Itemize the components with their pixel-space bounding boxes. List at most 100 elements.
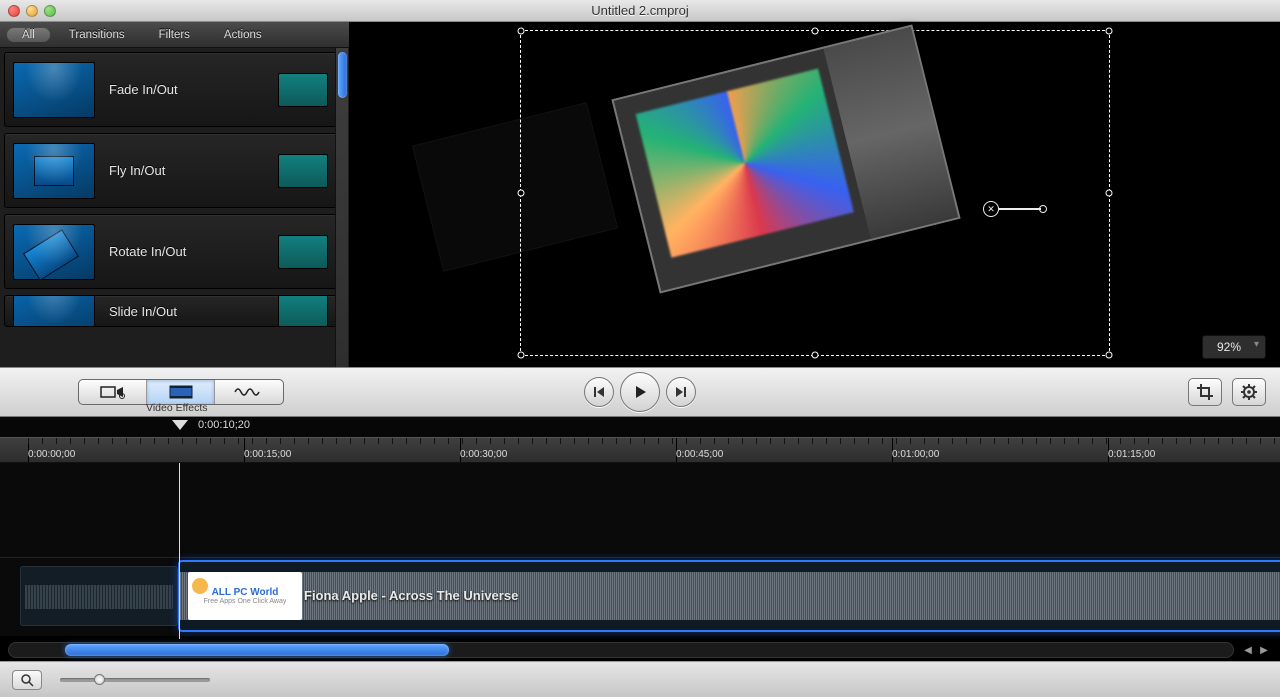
resize-handle-se[interactable] xyxy=(1106,352,1113,359)
audio-effects-tab-button[interactable] xyxy=(215,380,283,404)
video-track[interactable] xyxy=(0,463,1280,558)
watermark-overlay: ALL PC World Free Apps One Click Away xyxy=(188,572,302,620)
effect-item[interactable]: Slide In/Out xyxy=(4,295,337,327)
gear-icon xyxy=(1241,384,1257,400)
ruler-minor-tick xyxy=(980,438,981,444)
ruler-minor-tick xyxy=(532,438,533,444)
canvas-tools xyxy=(1188,378,1266,406)
ruler-minor-tick xyxy=(644,438,645,444)
tab-filters[interactable]: Filters xyxy=(143,27,206,43)
resize-handle-ne[interactable] xyxy=(1106,28,1113,35)
resize-handle-w[interactable] xyxy=(518,190,525,197)
watermark-title: ALL PC World xyxy=(212,587,279,598)
timeline-scrollbar[interactable] xyxy=(8,642,1234,658)
timeline-hscroll-row: ◀ ▶ xyxy=(0,639,1280,661)
resize-handle-nw[interactable] xyxy=(518,28,525,35)
scroll-left-button[interactable]: ◀ xyxy=(1240,642,1256,658)
resize-handle-n[interactable] xyxy=(812,28,819,35)
timeline-scrollbar-thumb[interactable] xyxy=(65,644,449,656)
crop-tool-button[interactable] xyxy=(1188,378,1222,406)
ruler-minor-tick xyxy=(1064,438,1065,444)
ruler-minor-tick xyxy=(1092,438,1093,444)
rotation-handle[interactable]: ✕ xyxy=(983,201,1047,217)
effect-item[interactable]: Fade In/Out xyxy=(4,52,337,127)
ruler-minor-tick xyxy=(1120,438,1121,444)
ruler-minor-tick xyxy=(336,438,337,444)
ruler-minor-tick xyxy=(1008,438,1009,444)
audio-track[interactable]: ALL PC World Free Apps One Click Away Fi… xyxy=(0,558,1280,636)
rotated-video-clip[interactable] xyxy=(611,24,960,293)
effect-label: Rotate In/Out xyxy=(109,244,264,259)
upper-area: All Transitions Filters Actions Fade In/… xyxy=(0,22,1280,367)
timeline-zoom-button[interactable] xyxy=(12,670,42,690)
ruler-minor-tick xyxy=(434,438,435,444)
ruler-minor-tick xyxy=(196,438,197,444)
playhead-indicator[interactable]: 0:00:10;20 xyxy=(172,419,250,431)
effect-thumb-before xyxy=(13,62,95,118)
play-icon xyxy=(632,384,648,400)
ruler-minor-tick xyxy=(1260,438,1261,444)
minimize-window-button[interactable] xyxy=(26,5,38,17)
close-window-button[interactable] xyxy=(8,5,20,17)
playhead-line[interactable] xyxy=(179,463,180,639)
ruler-minor-tick xyxy=(672,438,673,444)
scroll-right-button[interactable]: ▶ xyxy=(1256,642,1272,658)
resize-handle-s[interactable] xyxy=(812,352,819,359)
tab-transitions[interactable]: Transitions xyxy=(53,27,141,43)
ruler-minor-tick xyxy=(924,438,925,444)
effect-item[interactable]: Rotate In/Out xyxy=(4,214,337,289)
zoom-slider-thumb[interactable] xyxy=(94,674,105,685)
ruler-minor-tick xyxy=(546,438,547,444)
canvas-preview[interactable]: ✕ 92% xyxy=(350,22,1280,367)
ruler-minor-tick xyxy=(1246,438,1247,444)
waveform-icon xyxy=(234,385,264,399)
ruler-minor-tick xyxy=(140,438,141,444)
effect-item[interactable]: Fly In/Out xyxy=(4,133,337,208)
audio-clip-selected[interactable]: ALL PC World Free Apps One Click Away Fi… xyxy=(178,560,1280,632)
ruler-minor-tick xyxy=(700,438,701,444)
ruler-minor-tick xyxy=(952,438,953,444)
ruler-minor-tick xyxy=(714,438,715,444)
effects-list: Fade In/Out Fly In/Out Rotate In/Out Sli… xyxy=(0,48,349,367)
effects-tabs: All Transitions Filters Actions xyxy=(0,22,349,48)
scrollbar-thumb[interactable] xyxy=(338,52,347,98)
zoom-window-button[interactable] xyxy=(44,5,56,17)
ruler-minor-tick xyxy=(28,438,29,444)
settings-gear-button[interactable] xyxy=(1232,378,1266,406)
ruler-minor-tick xyxy=(182,438,183,444)
ruler-minor-tick xyxy=(1232,438,1233,444)
tab-all[interactable]: All xyxy=(6,27,51,43)
media-icon xyxy=(99,384,127,400)
traffic-lights xyxy=(8,5,56,17)
pivot-end-handle[interactable] xyxy=(1039,205,1047,213)
timeline-zoom-slider[interactable] xyxy=(60,678,210,682)
ruler-minor-tick xyxy=(1162,438,1163,444)
tab-actions[interactable]: Actions xyxy=(208,27,278,43)
video-effects-tab-button[interactable] xyxy=(147,380,215,404)
effects-scrollbar[interactable] xyxy=(335,48,348,367)
resize-handle-sw[interactable] xyxy=(518,352,525,359)
effect-thumb-after xyxy=(278,154,328,188)
ruler-label: 0:00:30;00 xyxy=(460,449,507,460)
ruler-minor-tick xyxy=(896,438,897,444)
ruler-minor-tick xyxy=(812,438,813,444)
timecode-row: 0:00:10;20 xyxy=(0,417,1280,437)
effect-thumb-after xyxy=(278,235,328,269)
ruler-minor-tick xyxy=(322,438,323,444)
audio-clip-left[interactable] xyxy=(20,566,178,626)
tracks-area[interactable]: ALL PC World Free Apps One Click Away Fi… xyxy=(0,463,1280,639)
next-button[interactable] xyxy=(666,377,696,407)
ruler-minor-tick xyxy=(406,438,407,444)
canvas-zoom-dropdown[interactable]: 92% xyxy=(1202,335,1266,359)
media-tab-button[interactable] xyxy=(79,380,147,404)
time-ruler[interactable]: 0:00:00;000:00:15;000:00:30;000:00:45;00… xyxy=(0,437,1280,463)
bottom-bar xyxy=(0,661,1280,697)
ruler-minor-tick xyxy=(476,438,477,444)
ruler-minor-tick xyxy=(560,438,561,444)
ruler-minor-tick xyxy=(1022,438,1023,444)
selection-bounding-box[interactable]: ✕ xyxy=(520,30,1110,356)
playhead-triangle-icon xyxy=(172,420,188,430)
previous-button[interactable] xyxy=(584,377,614,407)
play-button[interactable] xyxy=(620,372,660,412)
resize-handle-e[interactable] xyxy=(1106,190,1113,197)
